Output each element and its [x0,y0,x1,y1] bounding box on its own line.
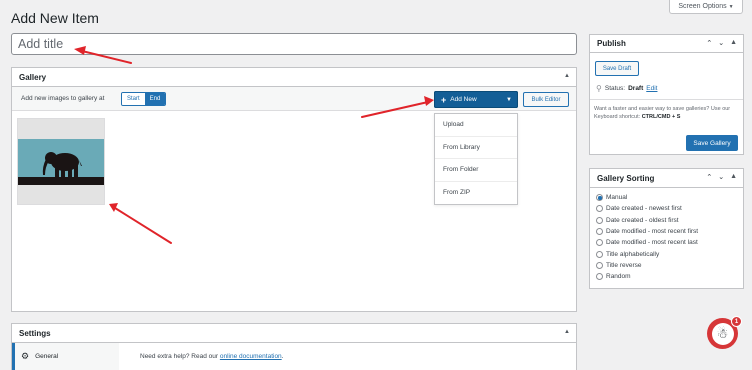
sort-option-date-modified-recent-first[interactable]: Date modified - most recent first [596,226,737,237]
insert-position-toggle[interactable]: Start End [121,92,167,106]
sort-option-label: Date created - oldest first [606,216,679,224]
publish-panel-header[interactable]: Publish ⌃ ⌄ ▲ [590,35,743,53]
settings-tab-label: General [35,353,59,360]
menu-item-from-folder[interactable]: From Folder [435,159,517,182]
settings-tab-general[interactable]: ⚙ General [12,343,119,370]
status-edit-link[interactable]: Edit [646,85,657,92]
screen-options-label: Screen Options [678,3,727,10]
radio-button[interactable] [596,194,603,202]
sorting-panel-header[interactable]: Gallery Sorting ⌃ ⌄ ▲ [590,169,743,188]
gallery-image-thumbnail[interactable] [17,118,105,205]
status-value: Draft [628,85,644,92]
radio-button[interactable] [596,216,603,224]
radio-button[interactable] [596,239,603,247]
sort-option-title-reverse[interactable]: Title reverse [596,260,737,271]
radio-button[interactable] [596,228,603,236]
sort-option-label: Date modified - most recent first [606,228,699,236]
sorting-options: Manual Date created - newest first Date … [590,188,743,286]
radio-button[interactable] [596,205,603,213]
save-draft-button[interactable]: Save Draft [595,61,639,76]
add-new-label: Add New [450,96,477,103]
collapse-icon[interactable]: ▲ [730,173,737,181]
sort-option-label: Date created - newest first [606,205,682,213]
gallery-sorting-panel: Gallery Sorting ⌃ ⌄ ▲ Manual Date create… [589,168,744,289]
sort-option-title-alpha[interactable]: Title alphabetically [596,248,737,259]
sort-option-label: Random [606,273,631,281]
sort-option-manual[interactable]: Manual [596,192,737,203]
title-input[interactable] [11,33,577,55]
keyboard-hint: Want a faster and easier way to save gal… [590,99,743,126]
sort-option-date-modified-recent-last[interactable]: Date modified - most recent last [596,237,737,248]
add-new-button[interactable]: + Add New ▼ [434,91,518,108]
sort-option-date-created-newest[interactable]: Date created - newest first [596,203,737,214]
sort-option-label: Date modified - most recent last [606,239,698,247]
page-title: Add New Item [11,10,99,26]
sort-option-random[interactable]: Random [596,271,737,282]
menu-item-from-library[interactable]: From Library [435,137,517,159]
gallery-panel-header[interactable]: Gallery ▲ [12,68,576,87]
radio-button[interactable] [596,273,603,281]
hint-shortcut: CTRL/CMD + S [641,114,681,120]
elephant-image [18,139,104,185]
collapse-icon[interactable]: ▲ [564,329,570,335]
mascot-icon: ☃ [711,322,734,345]
settings-panel: Settings ▲ ⚙ General Need extra help? Re… [11,323,577,370]
status-label: Status: [604,85,626,92]
sort-option-label: Title alphabetically [606,250,660,258]
notification-badge: 1 [731,316,742,327]
settings-help-text: Need extra help? Read our online documen… [140,353,283,360]
sorting-heading: Gallery Sorting [597,173,655,183]
move-down-icon[interactable]: ⌄ [718,39,724,47]
gallery-toolbar: Add new images to gallery at Start End +… [12,87,576,111]
menu-item-from-zip[interactable]: From ZIP [435,182,517,205]
pin-icon: ⚲ [596,84,602,93]
sort-option-date-created-oldest[interactable]: Date created - oldest first [596,215,737,226]
position-start-button[interactable]: Start [122,93,145,105]
settings-heading: Settings [19,328,51,338]
documentation-link[interactable]: online documentation [220,353,282,360]
bulk-editor-button[interactable]: Bulk Editor [523,92,569,107]
sort-option-label: Title reverse [606,261,642,269]
publish-status: ⚲ Status: Draft Edit [596,84,657,93]
plus-icon: + [441,94,447,105]
help-text: Need extra help? Read our [140,353,219,360]
gallery-heading: Gallery [19,72,47,82]
add-new-dropdown: Upload From Library From Folder From ZIP [434,113,518,205]
move-up-icon[interactable]: ⌃ [706,173,712,181]
collapse-icon[interactable]: ▲ [564,73,570,79]
caret-down-icon: ▼ [506,96,512,103]
add-images-label: Add new images to gallery at [21,95,105,102]
sort-option-label: Manual [606,194,628,202]
radio-button[interactable] [596,261,603,269]
collapse-icon[interactable]: ▲ [730,39,737,47]
chevron-down-icon: ▼ [728,3,734,10]
save-gallery-button[interactable]: Save Gallery [686,135,738,151]
publish-panel: Publish ⌃ ⌄ ▲ Save Draft ⚲ Status: Draft… [589,34,744,155]
move-down-icon[interactable]: ⌄ [718,173,724,181]
menu-item-upload[interactable]: Upload [435,114,517,137]
help-text-end: . [281,353,284,360]
screen-options-button[interactable]: Screen Options ▼ [669,0,743,14]
publish-heading: Publish [597,39,626,48]
settings-panel-header[interactable]: Settings ▲ [12,324,576,343]
radio-button[interactable] [596,250,603,258]
position-end-button[interactable]: End [144,93,166,105]
gallery-panel: Gallery ▲ Add new images to gallery at S… [11,67,577,312]
gear-icon: ⚙ [21,351,30,361]
move-up-icon[interactable]: ⌃ [706,39,712,47]
